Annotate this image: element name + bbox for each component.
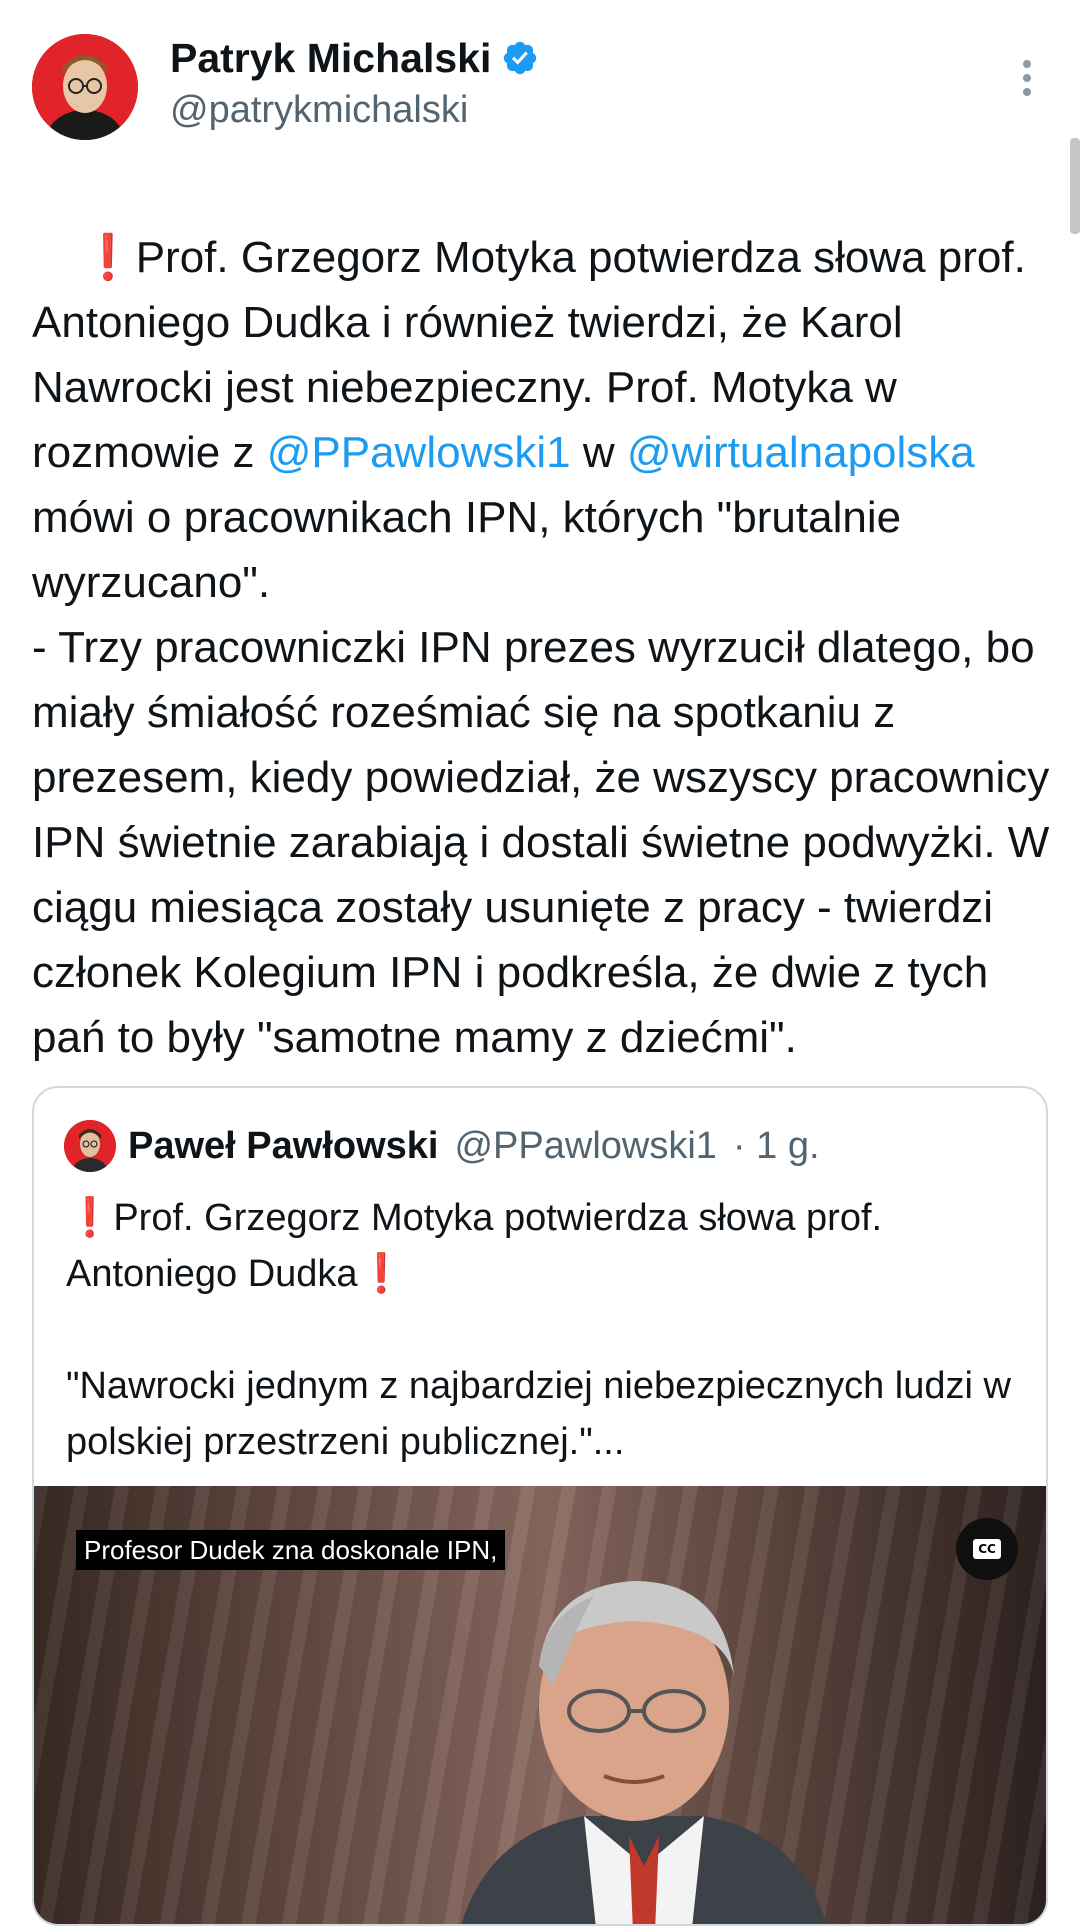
tweet[interactable]: Patryk Michalski @patrykmichalski ❗Prof.… [0,0,1080,1926]
closed-captions-button[interactable]: CC [956,1518,1018,1580]
quoted-text-line: "Nawrocki jednym z najbardziej niebezpie… [66,1365,1022,1463]
cc-icon: CC [973,1539,1001,1559]
tweet-text-segment: w [570,428,627,477]
quoted-tweet[interactable]: Paweł Pawłowski @PPawlowski1 · 1 g. ❗Pro… [32,1086,1048,1926]
video-frame-person [461,1581,827,1924]
exclamation-icon: ❗ [357,1253,405,1295]
quoted-text-line: Prof. Grzegorz Motyka potwierdza słowa p… [66,1197,891,1295]
tweet-text: ❗Prof. Grzegorz Motyka potwierdza słowa … [32,160,1062,1135]
author-handle[interactable]: @patrykmichalski [170,86,539,134]
scrollbar[interactable] [1070,138,1080,234]
mention-link-ppawlowski1[interactable]: @PPawlowski1 [267,428,571,477]
author-avatar[interactable] [32,34,138,140]
author-block: Patryk Michalski @patrykmichalski [170,32,539,134]
exclamation-icon: ❗ [66,1197,114,1239]
tweet-text-segment: mówi o pracownikach IPN, których "brutal… [32,493,1050,1062]
quoted-timestamp[interactable]: · 1 g. [733,1125,820,1168]
video-player[interactable]: Profesor Dudek zna doskonale IPN, CC [34,1486,1046,1924]
quoted-author-handle[interactable]: @PPawlowski1 [454,1125,716,1168]
more-options-icon[interactable] [1012,58,1042,98]
mention-link-wirtualnapolska[interactable]: @wirtualnapolska [627,428,975,477]
avatar-photo-icon [32,34,138,140]
quoted-tweet-text: ❗Prof. Grzegorz Motyka potwierdza słowa … [66,1190,1016,1470]
quoted-tweet-header: Paweł Pawłowski @PPawlowski1 · 1 g. [64,1120,820,1172]
author-display-name[interactable]: Patryk Michalski [170,32,491,84]
video-caption: Profesor Dudek zna doskonale IPN, [76,1530,506,1570]
quoted-author-avatar [64,1120,116,1172]
verified-badge-icon [504,41,537,75]
avatar-photo-icon [64,1120,116,1172]
quoted-author-name[interactable]: Paweł Pawłowski [128,1125,438,1168]
exclamation-icon: ❗ [80,233,136,282]
